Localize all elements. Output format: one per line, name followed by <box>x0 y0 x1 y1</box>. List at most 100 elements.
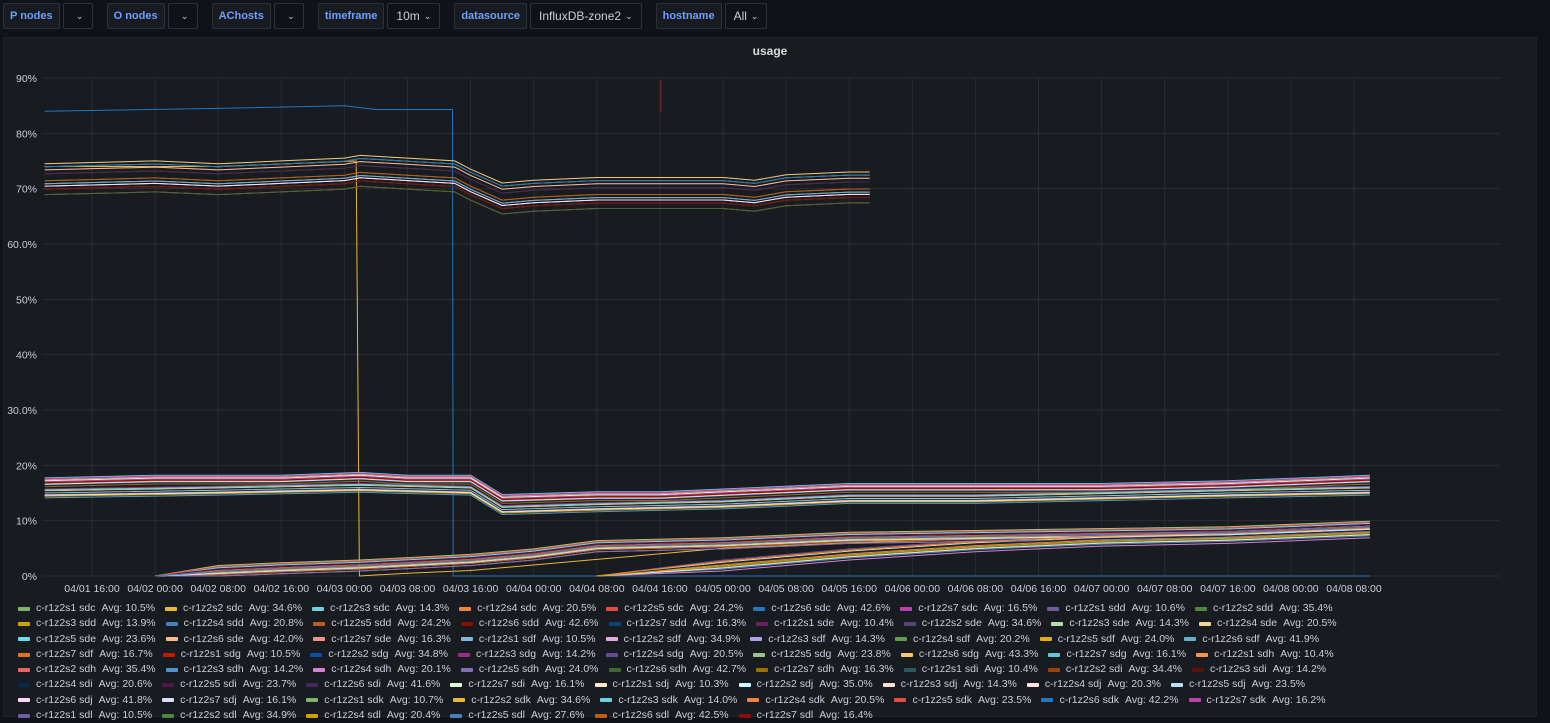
legend-item[interactable]: c-r1z2s5 sdg Avg: 23.8% <box>753 647 891 662</box>
series-line <box>44 185 870 215</box>
legend-item[interactable]: c-r1z2s6 sdg Avg: 43.3% <box>900 647 1039 662</box>
legend-series-name: c-r1z2s1 sdg <box>180 647 241 660</box>
legend-item[interactable]: c-r1z2s3 sdg Avg: 14.2% <box>457 647 596 662</box>
legend-item[interactable]: c-r1z2s1 sdi Avg: 10.4% <box>903 662 1038 677</box>
y-tick-label: 20% <box>16 460 37 472</box>
legend-avg-value: Avg: 43.3% <box>984 647 1039 660</box>
legend-series-name: c-r1z2s3 sdh <box>183 663 244 676</box>
legend-item[interactable]: c-r1z2s5 sdi Avg: 23.7% <box>162 677 296 692</box>
legend-item[interactable]: c-r1z2s2 sdd Avg: 35.4% <box>1194 601 1333 616</box>
legend-item[interactable]: c-r1z2s4 sdl Avg: 20.4% <box>306 708 440 723</box>
legend-item[interactable]: c-r1z2s4 sdi Avg: 20.6% <box>18 677 152 692</box>
legend-swatch <box>756 621 769 626</box>
legend-item[interactable]: c-r1z2s4 sdg Avg: 20.5% <box>605 647 743 662</box>
legend-item[interactable]: c-r1z2s2 sdc Avg: 34.6% <box>165 601 302 616</box>
legend-swatch <box>306 713 319 718</box>
legend-swatch <box>165 606 178 611</box>
legend-item[interactable]: c-r1z2s1 sdk Avg: 10.7% <box>306 693 443 708</box>
legend-item[interactable]: c-r1z2s1 sdg Avg: 10.5% <box>162 647 301 662</box>
legend-item[interactable]: c-r1z2s4 sdd Avg: 20.8% <box>165 616 303 631</box>
legend-item[interactable]: c-r1z2s4 sde Avg: 20.5% <box>1199 616 1337 631</box>
legend-item[interactable]: c-r1z2s6 sdj Avg: 41.8% <box>18 693 152 708</box>
legend-item[interactable]: c-r1z2s5 sdl Avg: 27.6% <box>450 708 585 723</box>
legend-item[interactable]: c-r1z2s6 sdi Avg: 41.6% <box>306 677 440 692</box>
legend-item[interactable]: c-r1z2s1 sde Avg: 10.4% <box>756 616 894 631</box>
legend-swatch <box>605 637 618 642</box>
legend-avg-value: Avg: 10.3% <box>675 678 729 691</box>
legend-item[interactable]: c-r1z2s7 sdk Avg: 16.2% <box>1188 693 1326 708</box>
legend-item[interactable]: c-r1z2s3 sdk Avg: 14.0% <box>600 693 737 708</box>
legend-item[interactable]: c-r1z2s2 sdh Avg: 35.4% <box>18 662 156 677</box>
legend-item[interactable]: c-r1z2s6 sdk Avg: 42.2% <box>1041 693 1179 708</box>
legend-avg-value: Avg: 20.5% <box>1283 617 1337 630</box>
legend-item[interactable]: c-r1z2s5 sdf Avg: 24.0% <box>1039 632 1174 647</box>
legend-item[interactable]: c-r1z2s2 sdf Avg: 34.9% <box>605 632 740 647</box>
legend-swatch <box>594 713 607 718</box>
legend-item[interactable]: c-r1z2s3 sdf Avg: 14.3% <box>750 632 885 647</box>
legend-item[interactable]: c-r1z2s2 sdj Avg: 35.0% <box>738 677 873 692</box>
legend-item[interactable]: c-r1z2s1 sdh Avg: 10.4% <box>1196 647 1334 662</box>
legend-item[interactable]: c-r1z2s7 sdi Avg: 16.1% <box>450 677 585 692</box>
legend-item[interactable]: c-r1z2s3 sdd Avg: 13.9% <box>18 616 156 631</box>
legend-item[interactable]: c-r1z2s6 sdc Avg: 42.6% <box>753 601 890 616</box>
legend-item[interactable]: c-r1z2s1 sdl Avg: 10.5% <box>18 708 152 723</box>
legend-item[interactable]: c-r1z2s3 sdi Avg: 14.2% <box>1192 662 1326 677</box>
legend-series-name: c-r1z2s7 sdg <box>1066 647 1127 660</box>
legend-swatch <box>1048 652 1061 657</box>
legend-series-name: c-r1z2s7 sdk <box>1206 693 1267 706</box>
legend-item[interactable]: c-r1z2s2 sdk Avg: 34.6% <box>453 693 590 708</box>
legend-item[interactable]: c-r1z2s1 sdf Avg: 10.5% <box>460 632 596 647</box>
legend-item[interactable]: c-r1z2s2 sde Avg: 34.6% <box>903 616 1042 631</box>
legend-avg-value: Avg: 10.4% <box>1280 647 1334 660</box>
legend-swatch <box>606 606 619 611</box>
legend-item[interactable]: c-r1z2s3 sdj Avg: 14.3% <box>882 677 1017 692</box>
legend-item[interactable]: c-r1z2s6 sdd Avg: 42.6% <box>460 616 599 631</box>
legend-series-name: c-r1z2s6 sdi <box>324 678 381 691</box>
legend-series-name: c-r1z2s4 sdg <box>623 647 684 660</box>
legend-item[interactable]: c-r1z2s4 sdh Avg: 20.1% <box>313 662 451 677</box>
legend-item[interactable]: c-r1z2s2 sdl Avg: 34.9% <box>162 708 296 723</box>
legend-item[interactable]: c-r1z2s5 sdc Avg: 24.2% <box>606 601 743 616</box>
legend-item[interactable]: c-r1z2s3 sdh Avg: 14.2% <box>165 662 303 677</box>
legend-item[interactable]: c-r1z2s7 sdc Avg: 16.5% <box>900 601 1037 616</box>
legend-item[interactable]: c-r1z2s5 sdd Avg: 24.2% <box>313 616 451 631</box>
legend-avg-value: Avg: 16.1% <box>242 693 297 706</box>
legend-avg-value: Avg: 34.6% <box>987 617 1042 630</box>
legend-avg-value: Avg: 16.3% <box>397 632 451 645</box>
legend-item[interactable]: c-r1z2s5 sdk Avg: 23.5% <box>894 693 1031 708</box>
legend-item[interactable]: c-r1z2s6 sde Avg: 42.0% <box>165 632 303 647</box>
legend-item[interactable]: c-r1z2s1 sdc Avg: 10.5% <box>18 601 155 616</box>
legend-avg-value: Avg: 10.5% <box>246 647 301 660</box>
legend-avg-value: Avg: 20.1% <box>397 663 451 676</box>
legend-item[interactable]: c-r1z2s1 sdd Avg: 10.6% <box>1047 601 1185 616</box>
legend-item[interactable]: c-r1z2s5 sde Avg: 23.6% <box>18 632 156 647</box>
legend-item[interactable]: c-r1z2s2 sdi Avg: 34.4% <box>1047 662 1182 677</box>
legend-avg-value: Avg: 13.9% <box>102 617 156 630</box>
legend-item[interactable]: c-r1z2s4 sdf Avg: 20.2% <box>894 632 1030 647</box>
legend-item[interactable]: c-r1z2s4 sdk Avg: 20.5% <box>747 693 884 708</box>
legend-swatch <box>460 637 473 642</box>
legend-item[interactable]: c-r1z2s4 sdc Avg: 20.5% <box>459 601 596 616</box>
legend-item[interactable]: c-r1z2s3 sdc Avg: 14.3% <box>312 601 449 616</box>
legend-item[interactable]: c-r1z2s2 sdg Avg: 34.8% <box>310 647 448 662</box>
legend-item[interactable]: c-r1z2s7 sdd Avg: 16.3% <box>608 616 746 631</box>
legend-item[interactable]: c-r1z2s6 sdh Avg: 42.7% <box>608 662 746 677</box>
legend-item[interactable]: c-r1z2s5 sdh Avg: 24.0% <box>460 662 599 677</box>
x-tick-label: 04/03 00:00 <box>317 583 373 595</box>
legend-item[interactable]: c-r1z2s7 sde Avg: 16.3% <box>313 632 451 647</box>
legend-item[interactable]: c-r1z2s3 sde Avg: 14.3% <box>1051 616 1189 631</box>
legend-item[interactable]: c-r1z2s7 sdj Avg: 16.1% <box>162 693 296 708</box>
legend-avg-value: Avg: 23.5% <box>977 693 1032 706</box>
legend-item[interactable]: c-r1z2s7 sdf Avg: 16.7% <box>18 647 153 662</box>
legend-item[interactable]: c-r1z2s4 sdj Avg: 20.3% <box>1026 677 1161 692</box>
legend-item[interactable]: c-r1z2s7 sdh Avg: 16.3% <box>756 662 894 677</box>
legend-avg-value: Avg: 23.6% <box>102 632 156 645</box>
legend-item[interactable]: c-r1z2s6 sdl Avg: 42.5% <box>594 708 729 723</box>
legend-swatch <box>165 667 178 672</box>
legend-item[interactable]: c-r1z2s7 sdg Avg: 16.1% <box>1048 647 1186 662</box>
legend-item[interactable]: c-r1z2s6 sdf Avg: 41.9% <box>1184 632 1319 647</box>
legend-item[interactable]: c-r1z2s7 sdl Avg: 16.4% <box>738 708 873 723</box>
legend-item[interactable]: c-r1z2s5 sdj Avg: 23.5% <box>1171 677 1305 692</box>
legend-swatch <box>457 652 470 657</box>
legend-item[interactable]: c-r1z2s1 sdj Avg: 10.3% <box>594 677 729 692</box>
